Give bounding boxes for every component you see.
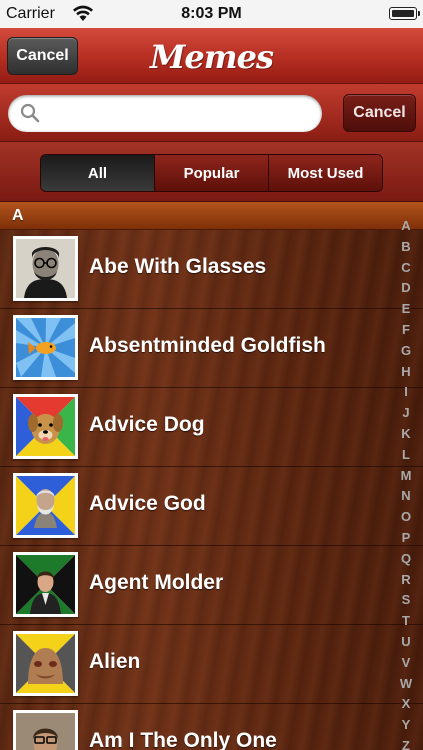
- search-bar: Cancel: [0, 84, 423, 142]
- am-i-the-only-one-thumbnail: [13, 710, 78, 750]
- clock-time: 8:03 PM: [181, 5, 242, 22]
- search-icon: [20, 103, 40, 123]
- index-letter[interactable]: I: [389, 382, 423, 403]
- scope-bar: All Popular Most Used: [0, 142, 423, 202]
- scope-segmented-control: All Popular Most Used: [40, 154, 383, 192]
- index-letter[interactable]: C: [389, 258, 423, 279]
- search-cancel-button[interactable]: Cancel: [343, 94, 416, 132]
- list-item-label: Advice God: [89, 492, 206, 515]
- index-letter[interactable]: E: [389, 299, 423, 320]
- index-letter[interactable]: G: [389, 341, 423, 362]
- list-item[interactable]: Advice Dog: [0, 388, 423, 467]
- list-item-label: Agent Molder: [89, 571, 224, 594]
- index-letter[interactable]: U: [389, 632, 423, 653]
- index-letter[interactable]: R: [389, 570, 423, 591]
- abe-portrait-icon: [16, 239, 75, 298]
- list-item[interactable]: Abe With Glasses: [0, 230, 423, 309]
- meme-list[interactable]: Abe With Glasses Absentminded Goldfish A…: [0, 230, 423, 750]
- index-letter[interactable]: J: [389, 403, 423, 424]
- list-item-label: Absentminded Goldfish: [89, 334, 326, 357]
- search-field[interactable]: [8, 95, 322, 132]
- agent-icon: [16, 555, 75, 614]
- list-item[interactable]: Agent Molder: [0, 546, 423, 625]
- index-letter[interactable]: F: [389, 320, 423, 341]
- absentminded-goldfish-thumbnail: [13, 315, 78, 380]
- status-bar: Carrier 8:03 PM: [0, 0, 423, 28]
- man-icon: [16, 713, 75, 750]
- page-title: Memes: [149, 38, 274, 76]
- index-letter[interactable]: L: [389, 445, 423, 466]
- list-item-label: Am I The Only One: [89, 729, 277, 750]
- scope-segment-popular[interactable]: Popular: [154, 155, 268, 191]
- scope-segment-most-used[interactable]: Most Used: [268, 155, 382, 191]
- list-item-label: Abe With Glasses: [89, 255, 267, 278]
- alien-icon: [16, 634, 75, 693]
- abe-with-glasses-thumbnail: [13, 236, 78, 301]
- index-letter[interactable]: Q: [389, 549, 423, 570]
- list-item-label: Advice Dog: [89, 413, 205, 436]
- agent-molder-thumbnail: [13, 552, 78, 617]
- index-letter[interactable]: O: [389, 507, 423, 528]
- index-letter[interactable]: Y: [389, 715, 423, 736]
- search-input[interactable]: [46, 101, 308, 126]
- index-letter[interactable]: M: [389, 466, 423, 487]
- index-letter[interactable]: V: [389, 653, 423, 674]
- advice-god-thumbnail: [13, 473, 78, 538]
- index-letter[interactable]: W: [389, 674, 423, 695]
- index-letter[interactable]: S: [389, 590, 423, 611]
- navigation-bar: Cancel Memes: [0, 28, 423, 84]
- index-letter[interactable]: K: [389, 424, 423, 445]
- index-letter[interactable]: A: [389, 216, 423, 237]
- index-letter[interactable]: X: [389, 694, 423, 715]
- list-item[interactable]: Alien: [0, 625, 423, 704]
- list-item[interactable]: Absentminded Goldfish: [0, 309, 423, 388]
- alien-thumbnail: [13, 631, 78, 696]
- index-letter[interactable]: N: [389, 486, 423, 507]
- index-letter[interactable]: D: [389, 278, 423, 299]
- index-letter[interactable]: P: [389, 528, 423, 549]
- list-item[interactable]: Advice God: [0, 467, 423, 546]
- list-item-label: Alien: [89, 650, 141, 673]
- advice-dog-thumbnail: [13, 394, 78, 459]
- battery-icon: [389, 7, 420, 20]
- section-index[interactable]: A B C D E F G H I J K L M N O P Q R S T …: [389, 216, 423, 750]
- index-letter[interactable]: Z: [389, 736, 423, 750]
- dog-icon: [16, 397, 75, 456]
- index-letter[interactable]: H: [389, 362, 423, 383]
- scope-segment-all[interactable]: All: [41, 155, 154, 191]
- section-header-title: A: [12, 207, 24, 224]
- god-icon: [16, 476, 75, 535]
- index-letter[interactable]: B: [389, 237, 423, 258]
- list-item[interactable]: Am I The Only One: [0, 704, 423, 750]
- goldfish-icon: [16, 318, 75, 377]
- index-letter[interactable]: T: [389, 611, 423, 632]
- section-header: A: [0, 202, 423, 230]
